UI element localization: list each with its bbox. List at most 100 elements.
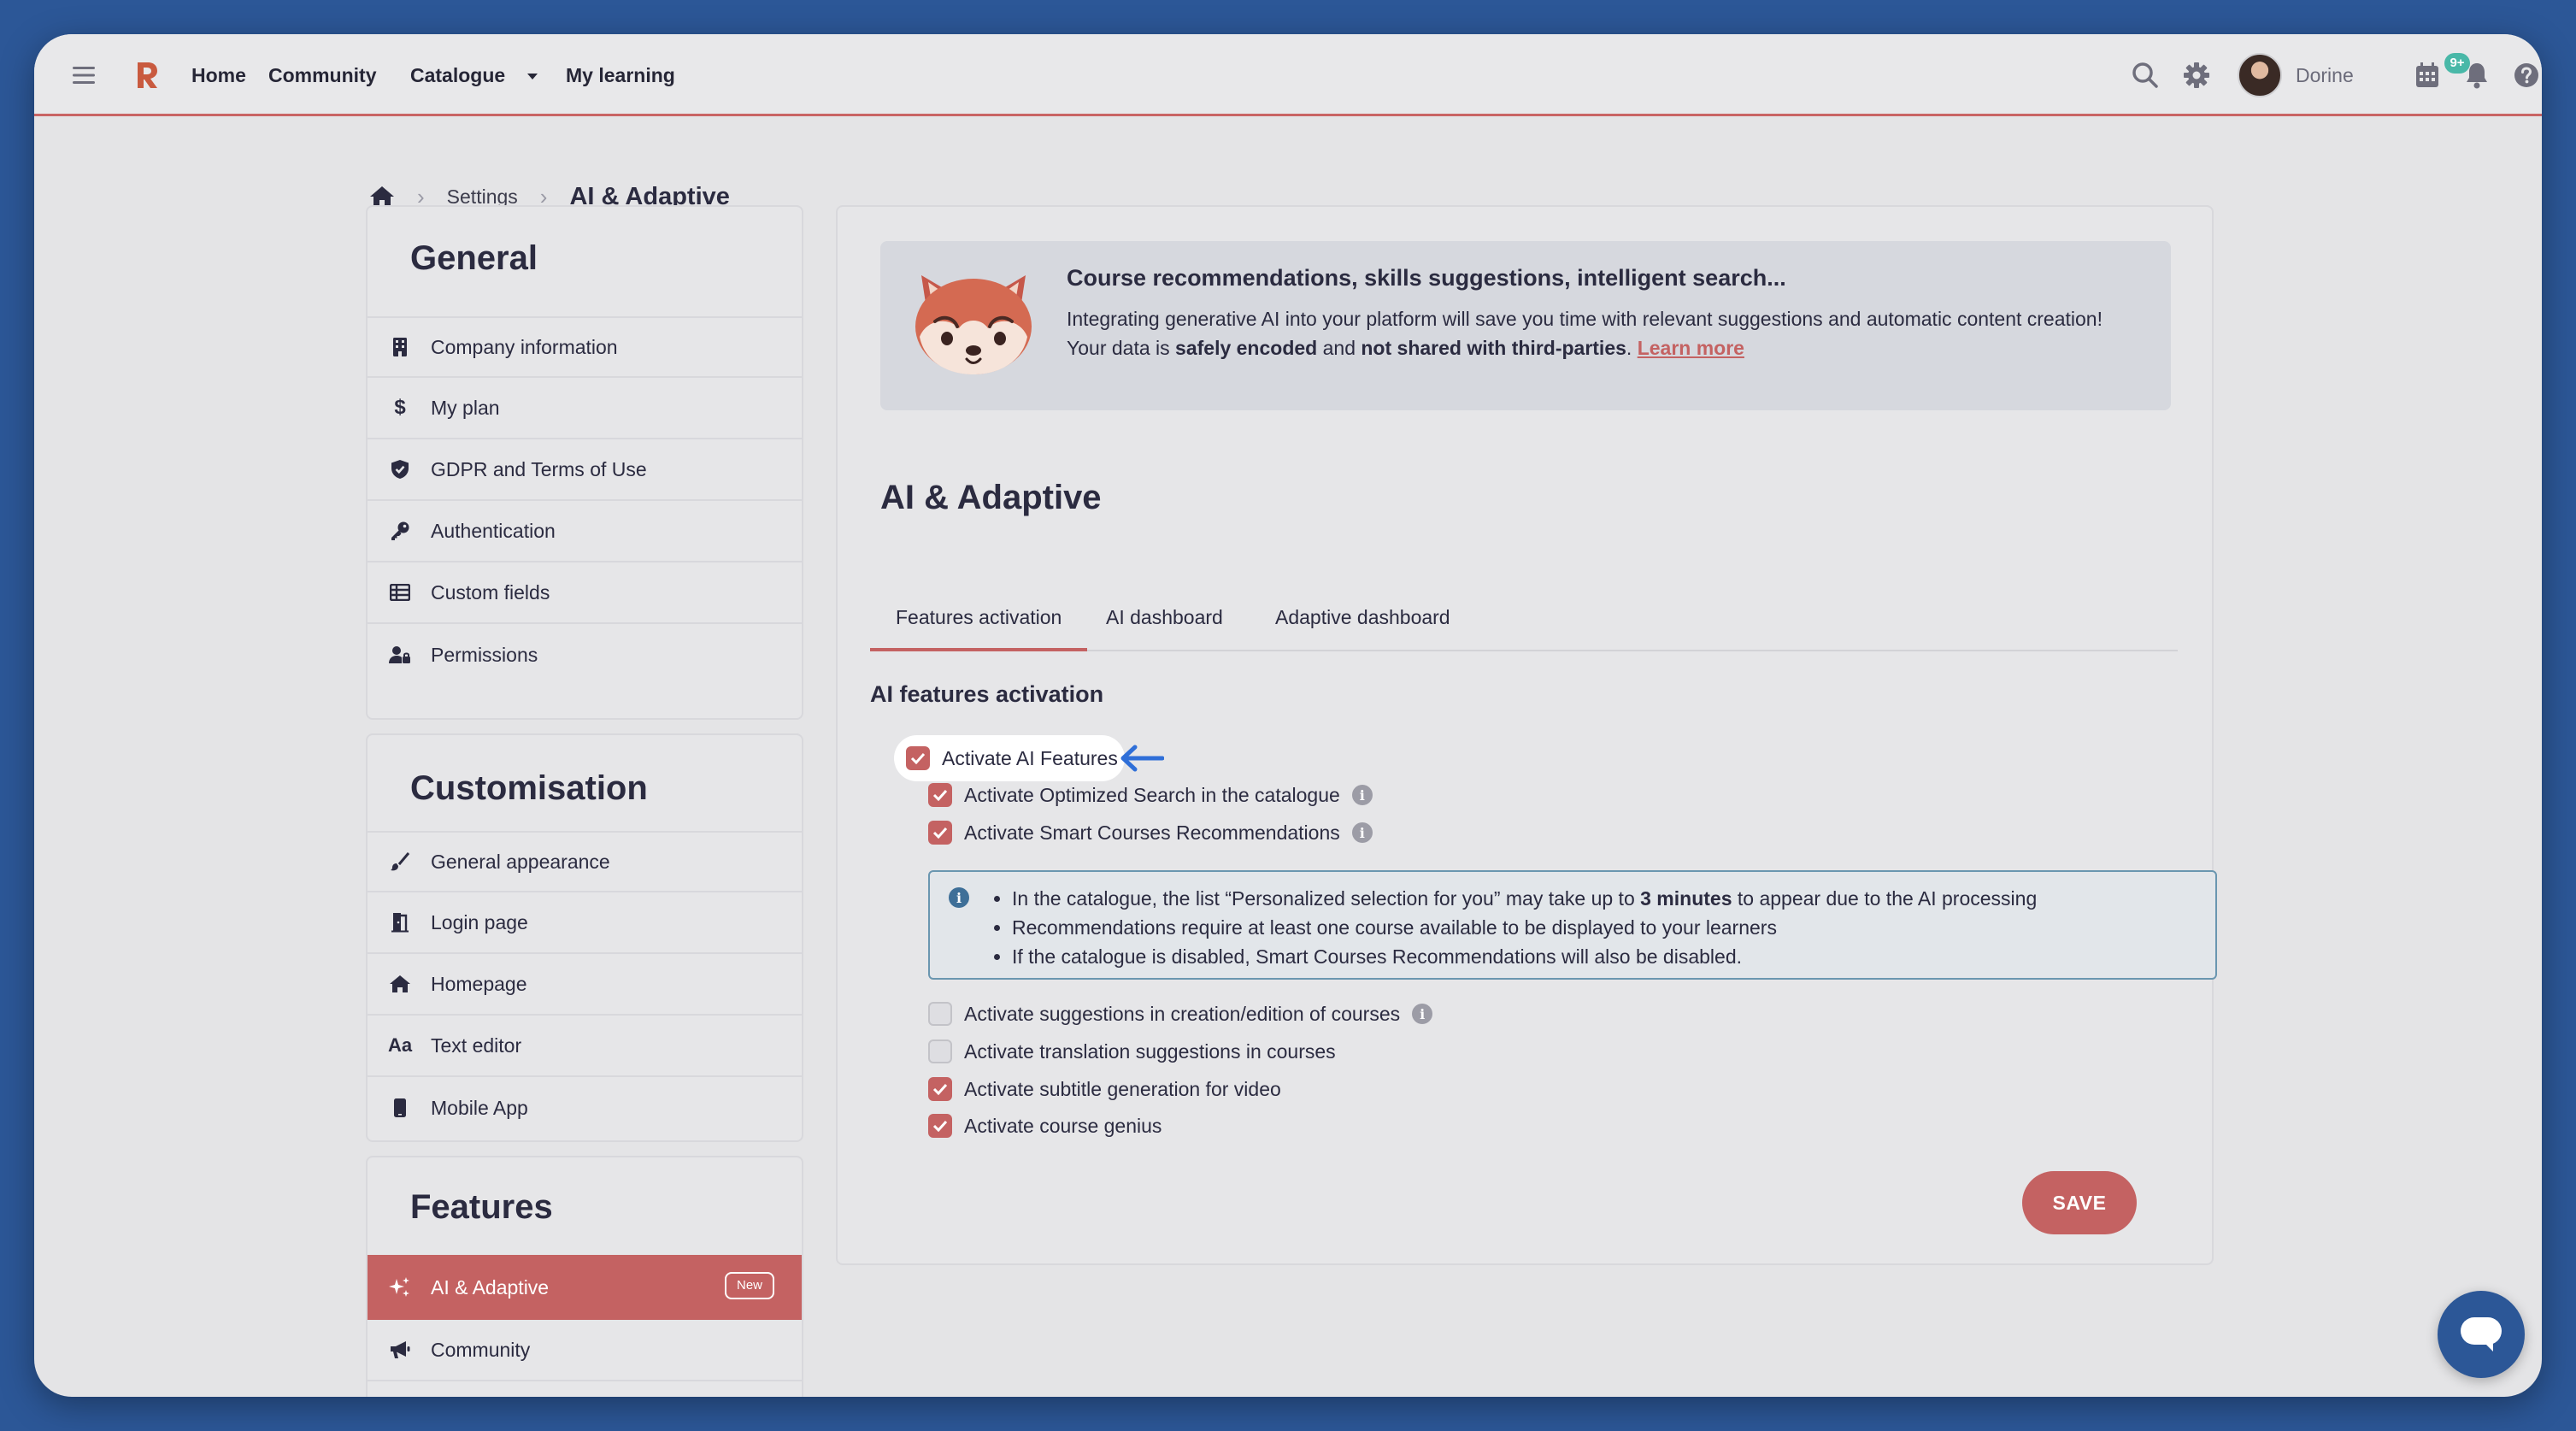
sidebar-item-company-information[interactable]: Company information: [368, 316, 802, 378]
sidebar-item-custom-fields[interactable]: Custom fields: [368, 562, 802, 624]
user-lock-icon: [388, 643, 412, 667]
home-icon: [388, 972, 412, 996]
banner-text-part: .: [1626, 337, 1638, 359]
checkbox-course-genius[interactable]: Activate course genius: [928, 1109, 1162, 1143]
banner-text-line2: Your data is safely encoded and not shar…: [1067, 333, 2118, 362]
info-icon[interactable]: i: [1351, 822, 1373, 843]
checkbox-translation-suggestions[interactable]: Activate translation suggestions in cour…: [928, 1034, 1336, 1069]
learn-more-link[interactable]: Learn more: [1638, 337, 1744, 359]
save-button[interactable]: SAVE: [2022, 1171, 2137, 1234]
app-window: Home Community Catalogue My learning Dor…: [34, 34, 2542, 1397]
chat-button[interactable]: [2438, 1291, 2525, 1378]
sidebar-item-homepage[interactable]: Homepage: [368, 954, 802, 1016]
sidebar-item-ai-adaptive[interactable]: AI & Adaptive New: [368, 1255, 802, 1320]
checkbox[interactable]: [928, 783, 952, 807]
banner-text-bold: not shared with third-parties: [1361, 337, 1626, 359]
tab-bar: Features activation AI dashboard Adaptiv…: [870, 583, 2178, 651]
info-icon[interactable]: i: [1351, 785, 1373, 805]
notice-item: If the catalogue is disabled, Smart Cour…: [1012, 942, 2037, 971]
search-icon[interactable]: [2130, 60, 2161, 91]
sidebar-general-title: General: [410, 239, 538, 277]
checkbox[interactable]: [906, 746, 930, 770]
banner-text-part: and: [1317, 337, 1362, 359]
checkbox[interactable]: [928, 1114, 952, 1138]
notice-text: to appear due to the AI processing: [1732, 887, 2038, 910]
sidebar-item-gdpr[interactable]: GDPR and Terms of Use: [368, 439, 802, 501]
notice-item: Recommendations require at least one cou…: [1012, 913, 2037, 942]
logo-icon[interactable]: [130, 58, 164, 92]
sidebar-item-label: Text editor: [431, 1034, 522, 1057]
checkbox[interactable]: [928, 1039, 952, 1063]
sidebar-item-login-page[interactable]: Login page: [368, 892, 802, 954]
megaphone-icon: [388, 1338, 412, 1362]
sidebar-item-label: General appearance: [431, 850, 610, 873]
building-icon: [388, 335, 412, 359]
new-badge: New: [724, 1272, 774, 1299]
sidebar-general-card: General Company information $ My plan GD…: [366, 205, 803, 720]
checkbox-smart-recommendations[interactable]: Activate Smart Courses Recommendations i: [928, 816, 1373, 850]
sidebar-features-card: Features AI & Adaptive New Community: [366, 1156, 803, 1397]
sidebar-item-mobile-app[interactable]: Mobile App: [368, 1077, 802, 1139]
ai-info-banner: Course recommendations, skills suggestio…: [880, 241, 2171, 410]
page-title: AI & Adaptive: [880, 479, 1102, 516]
sidebar-item-label: Company information: [431, 335, 618, 358]
banner-title: Course recommendations, skills suggestio…: [1067, 265, 1786, 291]
tab-features-activation[interactable]: Features activation: [870, 583, 1088, 651]
sidebar-item-label: GDPR and Terms of Use: [431, 457, 647, 480]
sidebar-item-authentication[interactable]: Authentication: [368, 501, 802, 562]
nav-my-learning[interactable]: My learning: [566, 34, 675, 116]
sidebar-customisation-title: Customisation: [410, 769, 648, 807]
tab-ai-dashboard[interactable]: AI dashboard: [1106, 583, 1223, 651]
sidebar-item-label: AI & Adaptive: [431, 1275, 550, 1298]
checkbox-optimized-search[interactable]: Activate Optimized Search in the catalog…: [928, 778, 1373, 812]
sidebar-customisation-card: Customisation General appearance Login p…: [366, 733, 803, 1142]
checkbox-label: Activate course genius: [964, 1114, 1162, 1137]
checkbox-label: Activate suggestions in creation/edition…: [964, 1002, 1401, 1025]
checkbox[interactable]: [928, 1002, 952, 1026]
notice-item: In the catalogue, the list “Personalized…: [1012, 884, 2037, 913]
sidebar-item-my-plan[interactable]: $ My plan: [368, 378, 802, 439]
checkbox-label: Activate AI Features: [942, 746, 1118, 769]
sidebar-item-general-appearance[interactable]: General appearance: [368, 831, 802, 892]
top-navigation-bar: Home Community Catalogue My learning Dor…: [34, 34, 2542, 116]
caret-down-icon: [526, 73, 538, 81]
checkbox[interactable]: [928, 821, 952, 845]
dollar-icon: $: [394, 396, 406, 419]
checkbox-label: Activate Optimized Search in the catalog…: [964, 783, 1340, 806]
banner-text-line1: Integrating generative AI into your plat…: [1067, 308, 2103, 330]
sidebar-item-text-editor[interactable]: Aa Text editor: [368, 1016, 802, 1077]
help-icon[interactable]: [2511, 60, 2542, 91]
checkbox-suggestions-creation[interactable]: Activate suggestions in creation/edition…: [928, 997, 1433, 1031]
sidebar-item-label: Homepage: [431, 972, 527, 995]
checkbox-activate-ai-features[interactable]: Activate AI Features: [906, 741, 1118, 775]
info-notice-box: i In the catalogue, the list “Personaliz…: [928, 870, 2217, 980]
notification-badge: 9+: [2444, 53, 2470, 74]
sidebar-item-permissions[interactable]: Permissions: [368, 624, 802, 686]
door-icon: [388, 910, 412, 934]
calendar-icon[interactable]: [2412, 60, 2443, 91]
sparkles-icon: [388, 1275, 412, 1299]
user-name[interactable]: Dorine: [2296, 34, 2354, 116]
info-icon[interactable]: i: [1412, 1004, 1433, 1024]
notice-text: In the catalogue, the list “Personalized…: [1012, 887, 1641, 910]
sidebar-item-label: Login page: [431, 910, 528, 933]
hamburger-menu-icon[interactable]: [72, 63, 96, 87]
banner-text-bold: safely encoded: [1175, 337, 1318, 359]
banner-text: Integrating generative AI into your plat…: [1067, 304, 2118, 362]
red-panda-mascot-icon: [909, 267, 1038, 378]
nav-community[interactable]: Community: [268, 34, 377, 116]
font-icon: Aa: [387, 1034, 413, 1056]
nav-catalogue-label: Catalogue: [410, 64, 506, 86]
sidebar-item-label: Mobile App: [431, 1096, 528, 1119]
nav-catalogue[interactable]: Catalogue: [410, 34, 538, 116]
user-avatar[interactable]: [2238, 53, 2282, 97]
checkbox[interactable]: [928, 1077, 952, 1101]
sidebar-item-community[interactable]: Community: [368, 1320, 802, 1381]
notice-text-bold: 3 minutes: [1640, 887, 1732, 910]
gear-icon[interactable]: [2181, 60, 2212, 91]
brush-icon: [388, 850, 412, 874]
nav-home[interactable]: Home: [191, 34, 246, 116]
main-content-card: Course recommendations, skills suggestio…: [836, 205, 2217, 1265]
tab-adaptive-dashboard[interactable]: Adaptive dashboard: [1275, 583, 1450, 651]
checkbox-subtitle-generation[interactable]: Activate subtitle generation for video: [928, 1072, 1281, 1106]
